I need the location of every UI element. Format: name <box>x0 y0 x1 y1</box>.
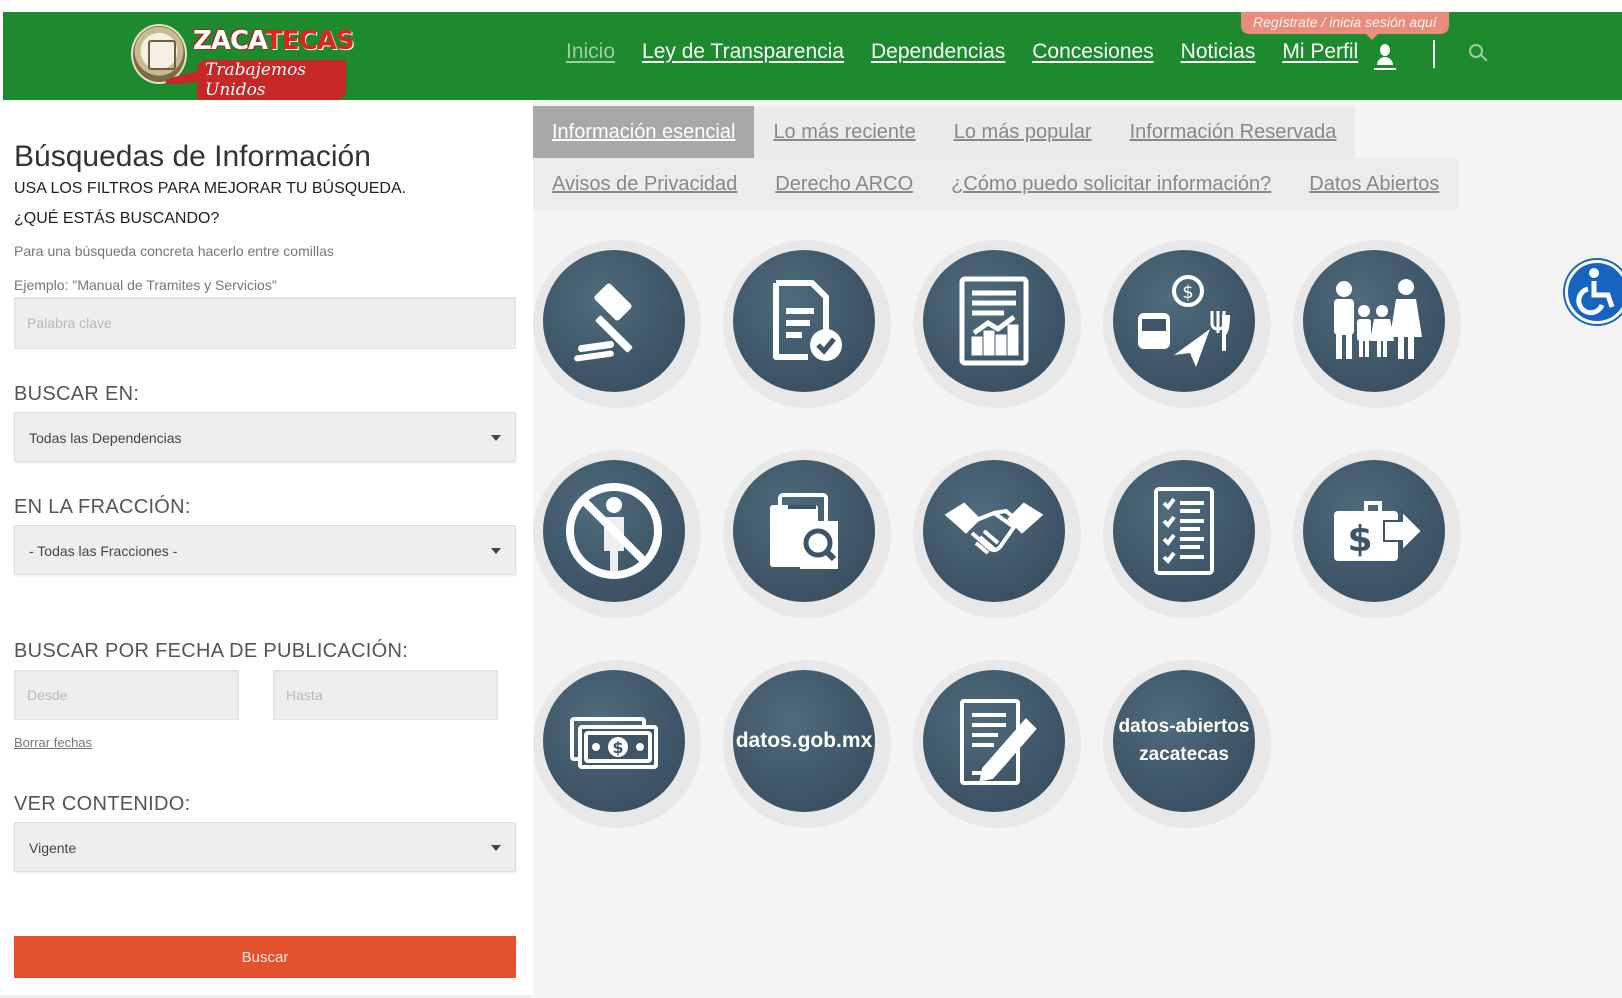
tile-handshake[interactable] <box>913 450 1081 618</box>
tab-derecho-arco[interactable]: Derecho ARCO <box>756 158 932 210</box>
keyword-input[interactable] <box>14 297 516 349</box>
search-hint-example: Ejemplo: "Manual de Tramites y Servicios… <box>14 277 277 293</box>
dependency-select-value: Todas las Dependencias <box>29 430 182 446</box>
travel-expenses-icon: $ <box>1138 275 1230 367</box>
fraction-select-value: - Todas las Fracciones - <box>29 543 178 559</box>
search-question: ¿QUÉ ESTÁS BUSCANDO? <box>14 210 220 227</box>
datos-abiertos-zacatecas-icon: datos-abiertos zacatecas <box>1113 670 1255 812</box>
search-title: Búsquedas de Información <box>14 140 371 173</box>
fraction-select[interactable]: - Todas las Fracciones - <box>14 525 516 575</box>
chevron-down-icon <box>491 845 501 851</box>
tile-contract-sign[interactable] <box>913 660 1081 828</box>
tab-lo-mas-popular[interactable]: Lo más popular <box>935 106 1111 158</box>
nav-ley-transparencia[interactable]: Ley de Transparencia <box>642 40 844 64</box>
main-nav: Inicio Ley de Transparencia Dependencias… <box>566 40 1358 64</box>
datos-gob-icon: datos.gob.mx <box>733 670 875 812</box>
cash-icon: $ <box>570 717 658 769</box>
logo-wordmark: ZACATECAS <box>193 26 355 56</box>
main-content: Información esencial Lo más reciente Lo … <box>533 100 1622 998</box>
tile-report-chart[interactable] <box>913 240 1081 408</box>
tile-family[interactable] <box>1293 240 1461 408</box>
tile-document-check[interactable] <box>723 240 891 408</box>
money-transfer-icon: $ <box>1334 501 1424 561</box>
tabs-secondary: Avisos de Privacidad Derecho ARCO ¿Cómo … <box>533 158 1459 210</box>
datos-gob-label: datos.gob.mx <box>735 729 873 752</box>
checklist-icon <box>1154 487 1214 575</box>
tile-travel-expenses[interactable]: $ <box>1103 240 1271 408</box>
nav-dependencias[interactable]: Dependencias <box>871 40 1005 64</box>
search-subtitle: USA LOS FILTROS PARA MEJORAR TU BÚSQUEDA… <box>14 180 407 197</box>
no-corruption-icon <box>566 483 662 579</box>
family-icon <box>1334 279 1422 359</box>
svg-text:$: $ <box>1347 519 1372 560</box>
zacatecas-logo[interactable]: ZACATECAS Trabajemos Unidos <box>131 20 355 100</box>
tile-no-corruption[interactable] <box>533 450 701 618</box>
handshake-icon <box>944 502 1044 555</box>
contract-sign-icon <box>960 699 1037 785</box>
content-label: VER CONTENIDO: <box>14 793 191 815</box>
search-hint-quotes: Para una búsqueda concreta hacerlo entre… <box>14 243 334 259</box>
chevron-down-icon <box>491 435 501 441</box>
datos-abiertos-label-line1: datos-abiertos <box>1118 716 1250 737</box>
gavel-icon <box>574 283 633 362</box>
logo-slogan: Trabajemos Unidos <box>197 60 346 100</box>
tab-como-solicitar[interactable]: ¿Cómo puedo solicitar información? <box>932 158 1290 210</box>
nav-divider <box>1433 40 1435 68</box>
login-tooltip[interactable]: Regístrate / inicia sesión aquí <box>1241 12 1449 40</box>
tile-money-transfer[interactable]: $ <box>1293 450 1461 618</box>
tile-checklist[interactable] <box>1103 450 1271 618</box>
search-icon[interactable] <box>1469 44 1489 64</box>
search-button[interactable]: Buscar <box>14 936 516 978</box>
clear-dates-link[interactable]: Borrar fechas <box>14 735 92 750</box>
tile-cash[interactable]: $ <box>533 660 701 828</box>
search-panel: Búsquedas de Información USA LOS FILTROS… <box>0 100 532 998</box>
tile-datos-gob[interactable]: datos.gob.mx <box>723 660 891 828</box>
nav-concesiones[interactable]: Concesiones <box>1032 40 1153 64</box>
date-to-input[interactable] <box>273 670 498 720</box>
tab-lo-mas-reciente[interactable]: Lo más reciente <box>754 106 934 158</box>
chevron-down-icon <box>491 548 501 554</box>
content-select[interactable]: Vigente <box>14 822 516 872</box>
svg-text:$: $ <box>612 738 623 757</box>
user-icon[interactable] <box>1374 44 1396 70</box>
accessibility-button[interactable] <box>1565 260 1622 324</box>
site-header: ZACATECAS Trabajemos Unidos Inicio Ley d… <box>3 12 1622 100</box>
tile-gavel[interactable] <box>533 240 701 408</box>
wheelchair-icon <box>1576 268 1615 316</box>
search-in-label: BUSCAR EN: <box>14 383 140 405</box>
nav-inicio[interactable]: Inicio <box>566 40 615 64</box>
tabs-primary: Información esencial Lo más reciente Lo … <box>533 106 1356 158</box>
tab-avisos-privacidad[interactable]: Avisos de Privacidad <box>533 158 756 210</box>
tile-file-search[interactable] <box>723 450 891 618</box>
file-search-icon <box>770 493 838 569</box>
dependency-select[interactable]: Todas las Dependencias <box>14 412 516 462</box>
page: ZACATECAS Trabajemos Unidos Inicio Ley d… <box>0 0 1622 998</box>
document-check-icon <box>773 280 842 361</box>
date-label: BUSCAR POR FECHA DE PUBLICACIÓN: <box>14 640 409 662</box>
tab-informacion-reservada[interactable]: Información Reservada <box>1111 106 1356 158</box>
fraction-label: EN LA FRACCIÓN: <box>14 496 191 518</box>
report-chart-icon <box>959 276 1029 366</box>
svg-text:$: $ <box>1182 282 1193 303</box>
content-select-value: Vigente <box>29 840 77 856</box>
tab-informacion-esencial[interactable]: Información esencial <box>533 106 755 158</box>
date-from-input[interactable] <box>14 670 239 720</box>
tile-datos-abiertos-zacatecas[interactable]: datos-abiertos zacatecas <box>1103 660 1271 828</box>
nav-noticias[interactable]: Noticias <box>1181 40 1256 64</box>
tab-datos-abiertos[interactable]: Datos Abiertos <box>1290 158 1458 210</box>
nav-mi-perfil[interactable]: Mi Perfil <box>1282 40 1358 64</box>
datos-abiertos-label-line2: zacatecas <box>1139 744 1229 765</box>
